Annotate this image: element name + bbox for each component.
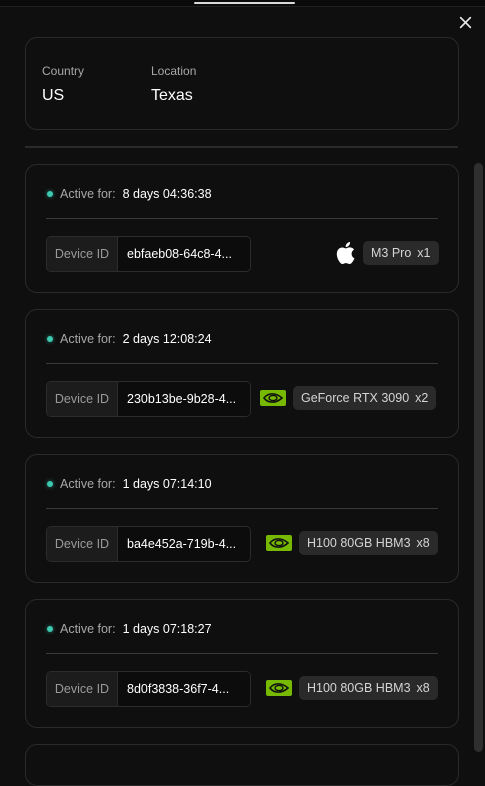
section-divider — [25, 146, 458, 148]
hardware-badge: GeForce RTX 3090 x2 — [293, 386, 437, 410]
close-button[interactable] — [455, 12, 475, 32]
device-id-value[interactable]: ebfaeb08-64c8-4... — [118, 237, 250, 271]
active-duration: 1 days 07:14:10 — [122, 477, 212, 491]
hardware-count: x8 — [416, 536, 430, 550]
status-dot — [47, 481, 53, 487]
device-id-label: Device ID — [47, 527, 118, 561]
device-id-label: Device ID — [47, 672, 118, 706]
active-status: Active for: 1 days 07:18:27 — [47, 621, 212, 637]
device-id-field[interactable]: Device ID ba4e452a-719b-4... — [46, 526, 251, 562]
device-card: Active for: 2 days 12:08:24 Device ID 23… — [25, 309, 459, 438]
hardware-info: GeForce RTX 3090 x2 — [260, 385, 437, 411]
device-id-field[interactable]: Device ID 8d0f3838-36f7-4... — [46, 671, 251, 707]
active-status: Active for: 1 days 07:14:10 — [47, 476, 212, 492]
nvidia-icon — [260, 390, 286, 406]
active-label: Active for: — [60, 332, 116, 346]
device-id-value[interactable]: ba4e452a-719b-4... — [118, 527, 250, 561]
device-card: Active for: 8 days 04:36:38 Device ID eb… — [25, 164, 459, 293]
active-duration: 2 days 12:08:24 — [122, 332, 212, 346]
location-field: Location Texas — [151, 64, 196, 105]
hardware-count: x1 — [417, 246, 431, 260]
country-label: Country — [42, 64, 85, 78]
device-id-value[interactable]: 8d0f3838-36f7-4... — [118, 672, 250, 706]
device-card: Active for: 1 days 07:14:10 Device ID ba… — [25, 454, 459, 583]
active-label: Active for: — [60, 622, 116, 636]
active-status: Active for: 2 days 12:08:24 — [47, 331, 212, 347]
location-card: Country US Location Texas — [25, 37, 459, 130]
active-label: Active for: — [60, 187, 116, 201]
device-id-label: Device ID — [47, 237, 118, 271]
card-divider — [46, 508, 438, 509]
hardware-info: H100 80GB HBM3 x8 — [266, 675, 438, 701]
hardware-name: H100 80GB HBM3 — [307, 681, 411, 695]
country-field: Country US — [42, 64, 84, 105]
device-card: Active for: 1 days 07:18:27 Device ID 8d… — [25, 599, 459, 728]
apple-icon — [334, 240, 356, 266]
location-label: Location — [151, 64, 197, 78]
country-value: US — [42, 87, 65, 104]
nvidia-icon — [266, 535, 292, 551]
active-tab-indicator — [194, 2, 295, 4]
hardware-badge: H100 80GB HBM3 x8 — [299, 531, 438, 555]
device-id-value[interactable]: 230b13be-9b28-4... — [118, 382, 250, 416]
device-id-label: Device ID — [47, 382, 118, 416]
card-divider — [46, 218, 438, 219]
hardware-name: M3 Pro — [371, 246, 412, 260]
hardware-name: H100 80GB HBM3 — [307, 536, 411, 550]
hardware-badge: M3 Pro x1 — [363, 241, 439, 265]
device-id-field[interactable]: Device ID ebfaeb08-64c8-4... — [46, 236, 251, 272]
hardware-info: H100 80GB HBM3 x8 — [266, 530, 438, 556]
card-divider — [46, 363, 438, 364]
device-card — [25, 744, 459, 786]
close-icon — [459, 16, 471, 28]
active-status: Active for: 8 days 04:36:38 — [47, 186, 212, 202]
location-value: Texas — [151, 87, 193, 104]
hardware-info: M3 Pro x1 — [334, 240, 439, 266]
card-divider — [46, 653, 438, 654]
scrollbar[interactable] — [474, 163, 483, 752]
active-duration: 8 days 04:36:38 — [122, 187, 212, 201]
status-dot — [47, 336, 53, 342]
hardware-count: x2 — [415, 391, 429, 405]
nvidia-icon — [266, 680, 292, 696]
hardware-badge: H100 80GB HBM3 x8 — [299, 676, 438, 700]
active-label: Active for: — [60, 477, 116, 491]
hardware-count: x8 — [416, 681, 430, 695]
hardware-name: GeForce RTX 3090 — [301, 391, 410, 405]
status-dot — [47, 626, 53, 632]
device-id-field[interactable]: Device ID 230b13be-9b28-4... — [46, 381, 251, 417]
active-duration: 1 days 07:18:27 — [122, 622, 212, 636]
status-dot — [47, 191, 53, 197]
